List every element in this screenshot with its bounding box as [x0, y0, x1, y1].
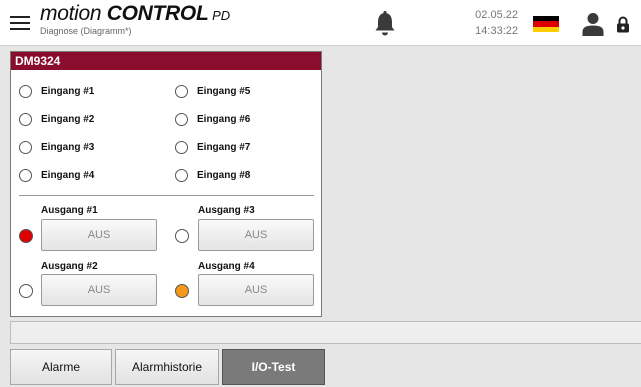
page-subtitle: Diagnose (Diagramm*) — [40, 26, 132, 36]
output-1-toggle-button[interactable]: AUS — [41, 219, 157, 251]
input-label: Eingang #7 — [197, 141, 251, 153]
logo-word-pd: PD — [208, 8, 231, 23]
input-row-3[interactable]: Eingang #3 — [19, 138, 94, 156]
input-row-8[interactable]: Eingang #8 — [175, 166, 250, 184]
output-2-toggle-button[interactable]: AUS — [41, 274, 157, 306]
output-led-4 — [175, 284, 189, 298]
input-label: Eingang #8 — [197, 169, 251, 181]
input-label: Eingang #1 — [41, 85, 95, 97]
input-label: Eingang #4 — [41, 169, 95, 181]
output-label-3: Ausgang #3 — [198, 205, 255, 216]
status-bar — [10, 321, 641, 344]
input-indicator — [19, 112, 32, 126]
input-label: Eingang #3 — [41, 141, 95, 153]
user-icon[interactable] — [582, 12, 604, 36]
menu-icon-bar — [10, 16, 30, 18]
input-indicator — [19, 140, 32, 154]
tab-alarme[interactable]: Alarme — [10, 349, 112, 385]
top-header: motion CONTROL PD Diagnose (Diagramm*) 0… — [0, 0, 641, 46]
bottom-tab-bar: Alarme Alarmhistorie I/O-Test — [0, 344, 641, 387]
input-indicator — [175, 168, 188, 182]
output-led-2 — [19, 284, 33, 298]
input-indicator — [175, 140, 188, 154]
menu-icon[interactable] — [10, 14, 30, 32]
app-brand: motion CONTROL PD Diagnose (Diagramm*) — [40, 3, 230, 36]
input-indicator — [175, 84, 188, 98]
current-date: 02.05.22 — [475, 9, 518, 21]
input-row-5[interactable]: Eingang #5 — [175, 82, 250, 100]
flag-de-icon[interactable] — [533, 16, 559, 33]
input-indicator — [19, 84, 32, 98]
output-led-3 — [175, 229, 189, 243]
tab-io-test[interactable]: I/O-Test — [222, 349, 325, 385]
bell-icon[interactable] — [374, 11, 396, 37]
tab-alarmhistorie[interactable]: Alarmhistorie — [115, 349, 219, 385]
input-label: Eingang #6 — [197, 113, 251, 125]
panel-divider — [19, 195, 314, 196]
output-3-toggle-button[interactable]: AUS — [198, 219, 314, 251]
io-test-panel: DM9324 Eingang #1 Eingang #2 Eingang #3 … — [10, 51, 322, 317]
input-row-4[interactable]: Eingang #4 — [19, 166, 94, 184]
input-label: Eingang #5 — [197, 85, 251, 97]
datetime-display: 02.05.22 14:33:22 — [458, 7, 518, 39]
logo-word-control: CONTROL — [106, 2, 209, 25]
menu-icon-bar — [10, 28, 30, 30]
output-label-1: Ausgang #1 — [41, 205, 98, 216]
current-time: 14:33:22 — [475, 25, 518, 37]
logo-word-motion: motion — [40, 2, 107, 25]
input-row-7[interactable]: Eingang #7 — [175, 138, 250, 156]
output-label-2: Ausgang #2 — [41, 261, 98, 272]
input-indicator — [175, 112, 188, 126]
output-4-toggle-button[interactable]: AUS — [198, 274, 314, 306]
input-label: Eingang #2 — [41, 113, 95, 125]
panel-title: DM9324 — [11, 52, 321, 70]
input-row-2[interactable]: Eingang #2 — [19, 110, 94, 128]
input-indicator — [19, 168, 32, 182]
menu-icon-bar — [10, 22, 30, 24]
app-logo: motion CONTROL PD — [40, 3, 230, 24]
output-label-4: Ausgang #4 — [198, 261, 255, 272]
output-led-1 — [19, 229, 33, 243]
flag-stripe-gold — [533, 26, 559, 33]
input-row-1[interactable]: Eingang #1 — [19, 82, 94, 100]
lock-icon[interactable] — [616, 16, 630, 33]
input-row-6[interactable]: Eingang #6 — [175, 110, 250, 128]
